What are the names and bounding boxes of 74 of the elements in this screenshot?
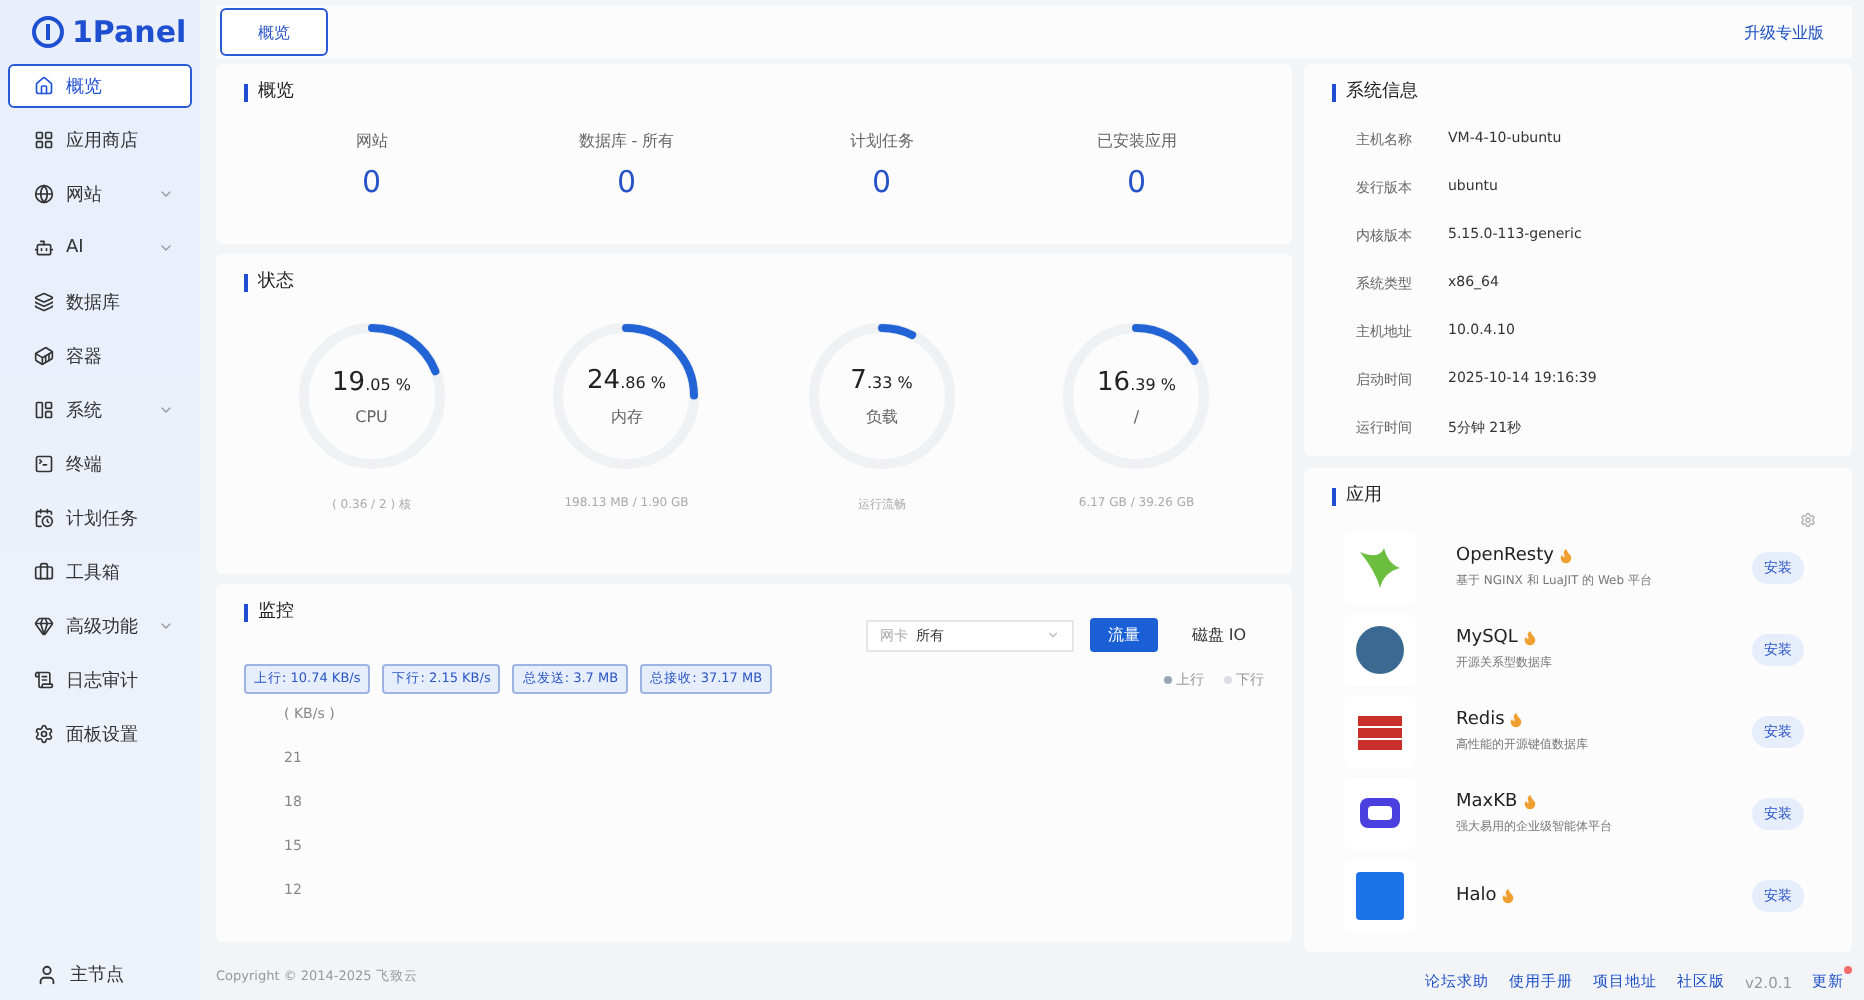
stat-value[interactable]: 0	[616, 164, 637, 200]
settings-icon[interactable]	[1800, 512, 1816, 528]
sidebar-label: 日志审计	[66, 669, 140, 693]
sidebar-item[interactable]: 计划任务	[8, 496, 192, 540]
app-name[interactable]: MaxKB	[1456, 791, 1518, 811]
stat-label: 计划任务	[849, 130, 914, 152]
robot-icon	[34, 238, 54, 258]
mode-tab[interactable]: 磁盘 IO	[1173, 618, 1264, 652]
stat-label: 网站	[355, 130, 388, 152]
sidebar-label: 计划任务	[66, 507, 140, 531]
sidebar-label: 系统	[66, 399, 104, 423]
card-title: 系统信息	[1332, 84, 1824, 102]
container-icon	[34, 346, 54, 366]
settings-icon	[34, 724, 54, 744]
toolbox-icon	[34, 562, 54, 582]
sidebar-label: 概览	[66, 75, 104, 99]
sidebar-item[interactable]: 高级功能	[8, 604, 192, 648]
logo-icon	[32, 16, 64, 48]
calendar-icon	[34, 508, 54, 528]
sidebar-label: 工具箱	[66, 561, 122, 585]
sidebar-label: 面板设置	[66, 723, 140, 747]
app-name[interactable]: Halo	[1456, 885, 1497, 905]
sidebar-label: AI	[66, 238, 86, 258]
chevron-icon	[1045, 628, 1060, 642]
gauge-value: 16.39 %	[1097, 367, 1176, 397]
sidebar-item[interactable]: 工具箱	[8, 550, 192, 594]
sidebar-item[interactable]: AI	[8, 226, 192, 270]
home-icon	[34, 76, 54, 96]
sidebar-item[interactable]: 概览	[8, 64, 192, 108]
sidebar-item[interactable]: 应用商店	[8, 118, 192, 162]
sidebar-label: 高级功能	[66, 615, 140, 639]
sidebar-label: 应用商店	[66, 129, 140, 153]
stat-label: 已安装应用	[1096, 130, 1177, 152]
card-title: 概览	[244, 84, 1264, 102]
sidebar-label: 终端	[66, 453, 104, 477]
sidebar-item[interactable]: 终端	[8, 442, 192, 486]
brand-name: 1Panel	[72, 14, 187, 50]
card-title: 应用	[1332, 488, 1824, 506]
gauge-value: 24.86 %	[587, 365, 666, 395]
app-name[interactable]: MySQL	[1456, 627, 1518, 647]
sidebar-label: 容器	[66, 345, 104, 369]
sidebar-item[interactable]: 面板设置	[8, 712, 192, 756]
node-label[interactable]: 主节点	[70, 962, 124, 988]
gauge-label: 负载	[865, 405, 898, 427]
gauge-label: CPU	[355, 407, 388, 425]
gauge-label: 内存	[610, 405, 643, 427]
mode-tab[interactable]: 流量	[1089, 618, 1158, 652]
gauge-value: 7.33 %	[850, 365, 913, 395]
tab[interactable]: 概览	[220, 8, 328, 56]
card-title: 状态	[244, 274, 1264, 292]
gauge-label: /	[1133, 407, 1140, 425]
sidebar-item[interactable]: 数据库	[8, 280, 192, 324]
app-name[interactable]: Redis	[1456, 709, 1505, 729]
document-icon	[34, 670, 54, 690]
layers-icon	[34, 292, 54, 312]
sidebar-item[interactable]: 系统	[8, 388, 192, 432]
stat-value[interactable]: 0	[1126, 164, 1147, 200]
upgrade-link[interactable]: 升级专业版	[1744, 21, 1848, 43]
stat-value[interactable]: 0	[871, 164, 892, 200]
sidebar-label: 数据库	[66, 291, 122, 315]
gauge-value: 19.05 %	[332, 367, 411, 397]
grid-icon	[34, 130, 54, 150]
globe-icon	[34, 184, 54, 204]
user-icon	[36, 964, 58, 986]
sidebar-item[interactable]: 容器	[8, 334, 192, 378]
terminal-icon	[34, 454, 54, 474]
sidebar-item[interactable]: 网站	[8, 172, 192, 216]
app-name[interactable]: OpenResty	[1456, 545, 1554, 565]
sidebar-label: 网站	[66, 183, 104, 207]
panel-icon	[34, 400, 54, 420]
sidebar-item[interactable]: 日志审计	[8, 658, 192, 702]
stat-value[interactable]: 0	[361, 164, 382, 200]
stat-label: 数据库 - 所有	[578, 130, 675, 152]
gem-icon	[34, 616, 54, 636]
